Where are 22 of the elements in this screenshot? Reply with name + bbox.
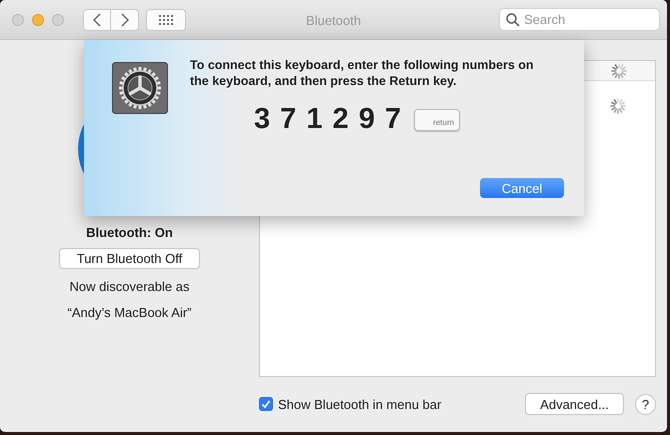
show-all-button[interactable] [146, 8, 186, 30]
checkbox-label: Show Bluetooth in menu bar [278, 396, 442, 412]
passkey-code: 3 7 1 2 9 7 [254, 103, 402, 136]
device-name: “Andy’s MacBook Air” [67, 304, 192, 321]
checkmark-icon [261, 399, 271, 409]
discoverable-label: Now discoverable as [70, 278, 190, 295]
search-field[interactable]: Search [499, 8, 660, 31]
turn-off-button[interactable]: Turn Bluetooth Off [59, 248, 200, 269]
search-icon [506, 13, 520, 27]
help-button[interactable]: ? [635, 394, 656, 414]
return-key: return [414, 108, 460, 130]
chevron-right-icon [120, 12, 128, 26]
forward-button[interactable] [111, 8, 139, 30]
status-label: Bluetooth: On [86, 225, 173, 240]
advanced-button[interactable]: Advanced... [525, 393, 624, 415]
back-button[interactable] [83, 8, 111, 30]
dialog-message: To connect this keyboard, enter the following numbers on the keyboard, and then press the Return key. [190, 57, 535, 89]
grid-icon [158, 14, 174, 24]
checkbox[interactable] [259, 397, 273, 411]
chevron-left-icon [93, 12, 101, 26]
window-title: Bluetooth [306, 13, 361, 28]
gear-icon [112, 62, 168, 114]
